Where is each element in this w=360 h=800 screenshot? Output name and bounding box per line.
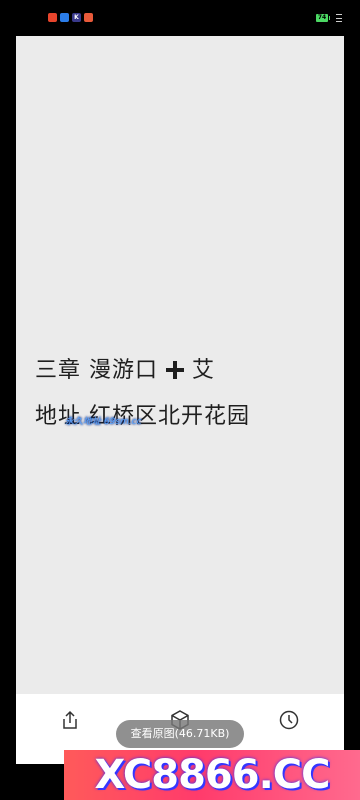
- status-bar: K 74: [0, 0, 360, 36]
- notification-icons: K: [48, 13, 93, 22]
- share-icon[interactable]: [58, 708, 82, 732]
- image-viewer: 三章 漫游口艾 地址 红桥区北开花园 永久地址 69sm.cc 查看原图(46.…: [16, 36, 344, 764]
- battery-icon: 74: [316, 14, 328, 22]
- watermark-text: 永久地址 69sm.cc: [65, 417, 142, 427]
- banner-ad-text: XC8866.CC: [94, 752, 330, 798]
- plus-icon: [166, 361, 184, 379]
- image-content[interactable]: 三章 漫游口艾 地址 红桥区北开花园 永久地址 69sm.cc: [16, 36, 344, 694]
- view-original-button[interactable]: 查看原图(46.71KB): [116, 720, 244, 748]
- app-icon-orange: [84, 13, 93, 22]
- menu-icon: [336, 14, 342, 22]
- image-text-line1: 三章 漫游口 艾: [35, 352, 215, 384]
- history-icon[interactable]: [277, 708, 301, 732]
- app-icon-blue: [60, 13, 69, 22]
- app-icon-red: [48, 13, 57, 22]
- image-text-line1-part2: 艾: [192, 358, 216, 383]
- k-app-icon: K: [72, 13, 81, 22]
- image-text-line1-part1: 三章 漫游口: [35, 358, 158, 383]
- banner-ad[interactable]: XC8866.CC: [64, 750, 360, 800]
- battery-tip: [329, 16, 330, 20]
